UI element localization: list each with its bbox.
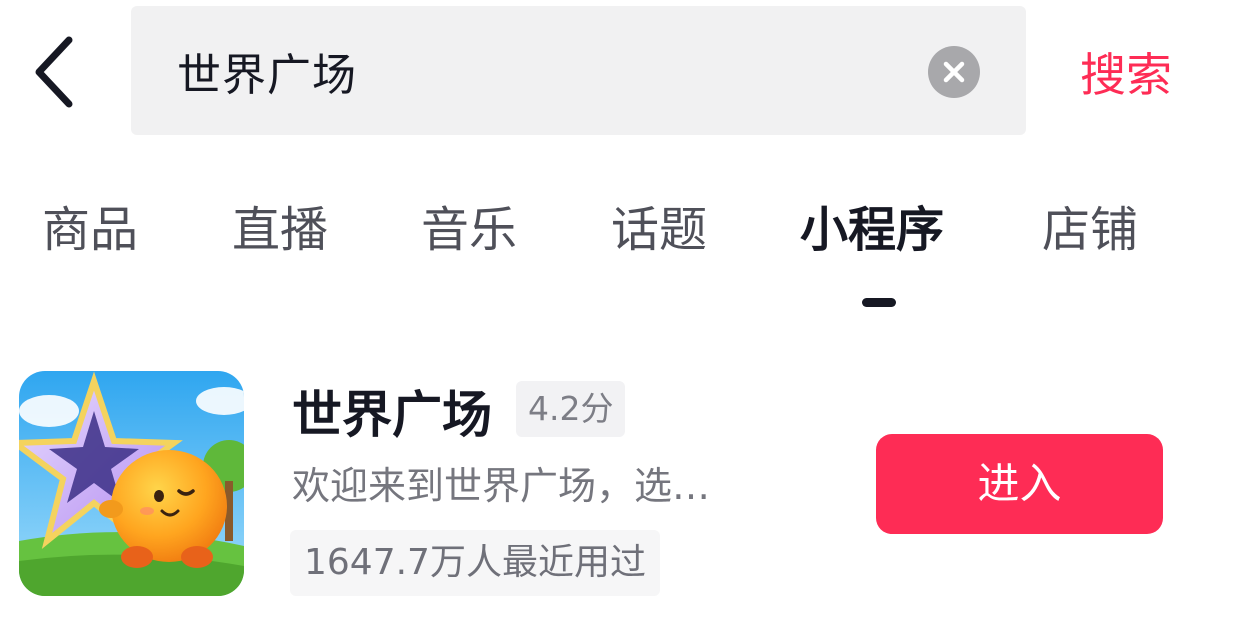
active-tab-indicator (862, 298, 896, 307)
tab-live[interactable]: 直播 (232, 190, 328, 270)
search-input[interactable] (177, 6, 917, 135)
app-title: 世界广场 (292, 386, 492, 444)
category-tabs: 商品 直播 音乐 话题 小程序 店铺 (0, 190, 1238, 310)
clear-search-button[interactable] (928, 46, 980, 98)
chevron-left-icon (35, 36, 73, 108)
tab-topics[interactable]: 话题 (611, 190, 707, 270)
close-icon (943, 61, 965, 83)
mini-program-result[interactable]: 世界广场 4.2分 欢迎来到世界广场，选… 1647.7万人最近用过 进入 (0, 368, 1238, 608)
tab-mini-programs[interactable]: 小程序 (800, 190, 944, 270)
tab-stores[interactable]: 店铺 (1042, 190, 1138, 270)
search-button[interactable]: 搜索 (1080, 40, 1172, 110)
rating-badge: 4.2分 (516, 381, 626, 437)
tab-music[interactable]: 音乐 (421, 190, 517, 270)
search-bar (131, 6, 1026, 135)
back-button[interactable] (24, 34, 84, 110)
app-icon-artwork (19, 371, 244, 596)
app-icon[interactable] (19, 371, 244, 596)
recent-users-badge: 1647.7万人最近用过 (290, 530, 660, 596)
enter-button[interactable]: 进入 (876, 434, 1163, 534)
search-results-page: 搜索 商品 直播 音乐 话题 小程序 店铺 (0, 0, 1238, 626)
app-description: 欢迎来到世界广场，选… (292, 464, 711, 508)
tab-products[interactable]: 商品 (42, 190, 138, 270)
